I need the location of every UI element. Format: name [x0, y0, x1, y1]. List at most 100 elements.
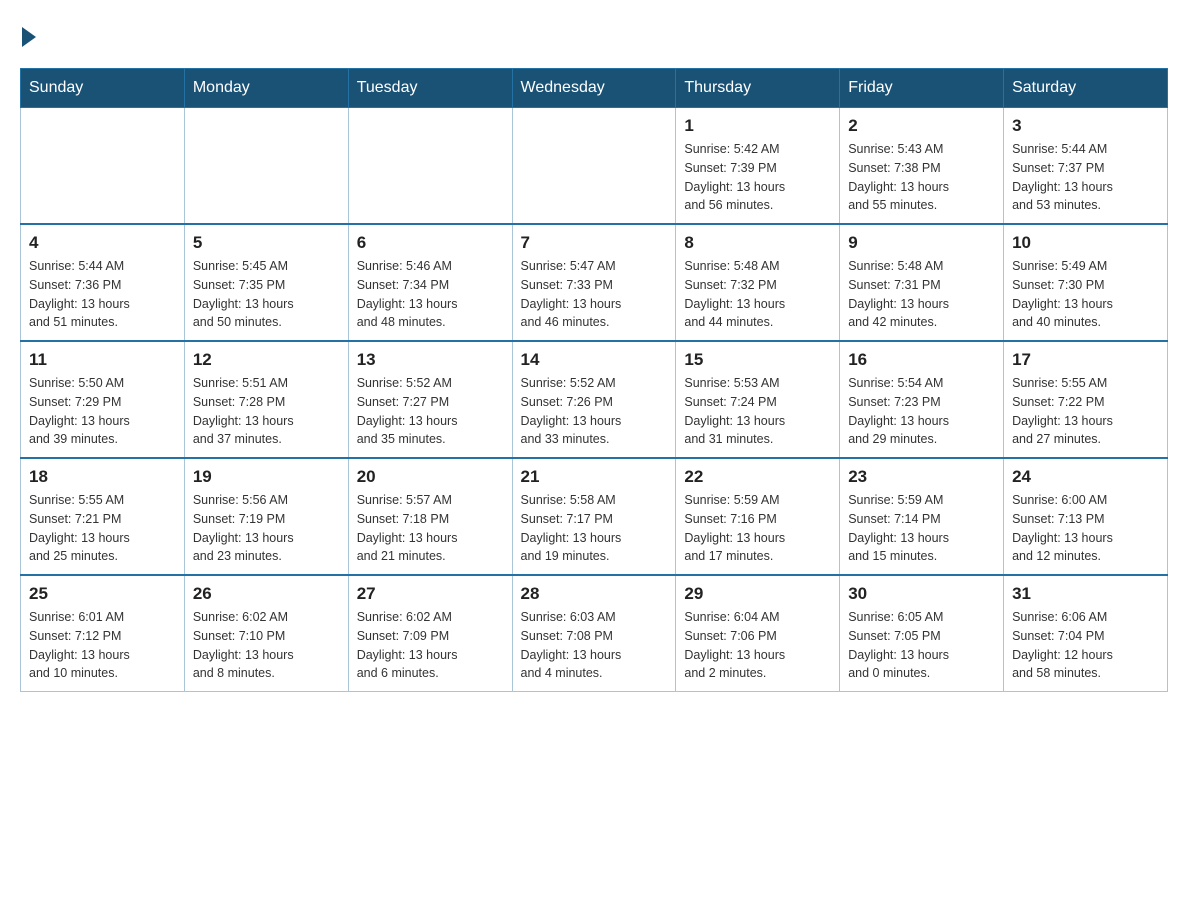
day-number: 2 — [848, 116, 995, 136]
day-number: 27 — [357, 584, 504, 604]
calendar-cell: 19 Sunrise: 5:56 AM Sunset: 7:19 PM Dayli… — [184, 458, 348, 575]
day-info: Sunrise: 5:52 AM Sunset: 7:26 PM Dayligh… — [521, 374, 668, 449]
calendar-header-sunday: Sunday — [21, 69, 185, 108]
day-info: Sunrise: 5:58 AM Sunset: 7:17 PM Dayligh… — [521, 491, 668, 566]
day-info: Sunrise: 6:01 AM Sunset: 7:12 PM Dayligh… — [29, 608, 176, 683]
logo — [20, 20, 36, 48]
calendar-cell: 25 Sunrise: 6:01 AM Sunset: 7:12 PM Dayli… — [21, 575, 185, 692]
calendar-header-tuesday: Tuesday — [348, 69, 512, 108]
day-info: Sunrise: 5:53 AM Sunset: 7:24 PM Dayligh… — [684, 374, 831, 449]
calendar-header-saturday: Saturday — [1004, 69, 1168, 108]
day-number: 13 — [357, 350, 504, 370]
day-number: 1 — [684, 116, 831, 136]
calendar-cell: 1 Sunrise: 5:42 AM Sunset: 7:39 PM Daylig… — [676, 108, 840, 225]
day-number: 7 — [521, 233, 668, 253]
calendar-cell: 4 Sunrise: 5:44 AM Sunset: 7:36 PM Daylig… — [21, 224, 185, 341]
calendar-cell: 10 Sunrise: 5:49 AM Sunset: 7:30 PM Dayli… — [1004, 224, 1168, 341]
day-number: 9 — [848, 233, 995, 253]
day-info: Sunrise: 5:52 AM Sunset: 7:27 PM Dayligh… — [357, 374, 504, 449]
day-info: Sunrise: 6:06 AM Sunset: 7:04 PM Dayligh… — [1012, 608, 1159, 683]
day-number: 17 — [1012, 350, 1159, 370]
calendar-cell: 12 Sunrise: 5:51 AM Sunset: 7:28 PM Dayli… — [184, 341, 348, 458]
calendar-cell: 2 Sunrise: 5:43 AM Sunset: 7:38 PM Daylig… — [840, 108, 1004, 225]
calendar-header-friday: Friday — [840, 69, 1004, 108]
day-info: Sunrise: 6:04 AM Sunset: 7:06 PM Dayligh… — [684, 608, 831, 683]
calendar-week-row: 18 Sunrise: 5:55 AM Sunset: 7:21 PM Dayli… — [21, 458, 1168, 575]
calendar-cell — [348, 108, 512, 225]
calendar-cell — [21, 108, 185, 225]
day-number: 26 — [193, 584, 340, 604]
calendar-cell: 22Sunrise: 5:59 AM Sunset: 7:16 PM Dayli… — [676, 458, 840, 575]
day-info: Sunrise: 5:57 AM Sunset: 7:18 PM Dayligh… — [357, 491, 504, 566]
calendar-cell: 23Sunrise: 5:59 AM Sunset: 7:14 PM Dayli… — [840, 458, 1004, 575]
day-info: Sunrise: 6:02 AM Sunset: 7:10 PM Dayligh… — [193, 608, 340, 683]
day-info: Sunrise: 5:44 AM Sunset: 7:36 PM Dayligh… — [29, 257, 176, 332]
day-number: 31 — [1012, 584, 1159, 604]
calendar-header-thursday: Thursday — [676, 69, 840, 108]
day-number: 8 — [684, 233, 831, 253]
calendar-cell: 27 Sunrise: 6:02 AM Sunset: 7:09 PM Dayli… — [348, 575, 512, 692]
day-info: Sunrise: 6:02 AM Sunset: 7:09 PM Dayligh… — [357, 608, 504, 683]
calendar-cell: 11Sunrise: 5:50 AM Sunset: 7:29 PM Dayli… — [21, 341, 185, 458]
day-number: 4 — [29, 233, 176, 253]
day-info: Sunrise: 5:48 AM Sunset: 7:31 PM Dayligh… — [848, 257, 995, 332]
calendar-cell — [184, 108, 348, 225]
day-info: Sunrise: 6:05 AM Sunset: 7:05 PM Dayligh… — [848, 608, 995, 683]
day-number: 3 — [1012, 116, 1159, 136]
calendar-cell: 21Sunrise: 5:58 AM Sunset: 7:17 PM Dayli… — [512, 458, 676, 575]
day-number: 30 — [848, 584, 995, 604]
calendar-cell: 17Sunrise: 5:55 AM Sunset: 7:22 PM Dayli… — [1004, 341, 1168, 458]
day-number: 29 — [684, 584, 831, 604]
day-info: Sunrise: 5:44 AM Sunset: 7:37 PM Dayligh… — [1012, 140, 1159, 215]
day-info: Sunrise: 5:48 AM Sunset: 7:32 PM Dayligh… — [684, 257, 831, 332]
day-info: Sunrise: 5:51 AM Sunset: 7:28 PM Dayligh… — [193, 374, 340, 449]
calendar-week-row: 25 Sunrise: 6:01 AM Sunset: 7:12 PM Dayli… — [21, 575, 1168, 692]
day-number: 28 — [521, 584, 668, 604]
day-info: Sunrise: 5:59 AM Sunset: 7:16 PM Dayligh… — [684, 491, 831, 566]
calendar-cell: 5 Sunrise: 5:45 AM Sunset: 7:35 PM Daylig… — [184, 224, 348, 341]
day-info: Sunrise: 5:43 AM Sunset: 7:38 PM Dayligh… — [848, 140, 995, 215]
day-number: 18 — [29, 467, 176, 487]
day-number: 12 — [193, 350, 340, 370]
calendar-header-wednesday: Wednesday — [512, 69, 676, 108]
day-info: Sunrise: 5:46 AM Sunset: 7:34 PM Dayligh… — [357, 257, 504, 332]
page-header — [20, 20, 1168, 48]
calendar-cell: 8 Sunrise: 5:48 AM Sunset: 7:32 PM Daylig… — [676, 224, 840, 341]
day-number: 15 — [684, 350, 831, 370]
calendar-cell: 7 Sunrise: 5:47 AM Sunset: 7:33 PM Daylig… — [512, 224, 676, 341]
day-number: 5 — [193, 233, 340, 253]
calendar-cell: 9 Sunrise: 5:48 AM Sunset: 7:31 PM Daylig… — [840, 224, 1004, 341]
calendar-cell: 6Sunrise: 5:46 AM Sunset: 7:34 PM Daylig… — [348, 224, 512, 341]
calendar-header-row: SundayMondayTuesdayWednesdayThursdayFrid… — [21, 69, 1168, 108]
calendar-cell: 31 Sunrise: 6:06 AM Sunset: 7:04 PM Dayli… — [1004, 575, 1168, 692]
day-number: 19 — [193, 467, 340, 487]
calendar-cell — [512, 108, 676, 225]
day-number: 10 — [1012, 233, 1159, 253]
calendar-cell: 15 Sunrise: 5:53 AM Sunset: 7:24 PM Dayli… — [676, 341, 840, 458]
day-info: Sunrise: 5:47 AM Sunset: 7:33 PM Dayligh… — [521, 257, 668, 332]
calendar-cell: 28 Sunrise: 6:03 AM Sunset: 7:08 PM Dayli… — [512, 575, 676, 692]
calendar-week-row: 4 Sunrise: 5:44 AM Sunset: 7:36 PM Daylig… — [21, 224, 1168, 341]
day-info: Sunrise: 5:49 AM Sunset: 7:30 PM Dayligh… — [1012, 257, 1159, 332]
calendar-table: SundayMondayTuesdayWednesdayThursdayFrid… — [20, 68, 1168, 692]
day-info: Sunrise: 6:00 AM Sunset: 7:13 PM Dayligh… — [1012, 491, 1159, 566]
day-info: Sunrise: 5:50 AM Sunset: 7:29 PM Dayligh… — [29, 374, 176, 449]
calendar-cell: 3 Sunrise: 5:44 AM Sunset: 7:37 PM Daylig… — [1004, 108, 1168, 225]
calendar-week-row: 1 Sunrise: 5:42 AM Sunset: 7:39 PM Daylig… — [21, 108, 1168, 225]
day-info: Sunrise: 5:55 AM Sunset: 7:21 PM Dayligh… — [29, 491, 176, 566]
calendar-week-row: 11Sunrise: 5:50 AM Sunset: 7:29 PM Dayli… — [21, 341, 1168, 458]
day-info: Sunrise: 5:56 AM Sunset: 7:19 PM Dayligh… — [193, 491, 340, 566]
day-info: Sunrise: 5:45 AM Sunset: 7:35 PM Dayligh… — [193, 257, 340, 332]
day-info: Sunrise: 5:42 AM Sunset: 7:39 PM Dayligh… — [684, 140, 831, 215]
calendar-cell: 14 Sunrise: 5:52 AM Sunset: 7:26 PM Dayli… — [512, 341, 676, 458]
day-number: 14 — [521, 350, 668, 370]
calendar-cell: 20 Sunrise: 5:57 AM Sunset: 7:18 PM Dayli… — [348, 458, 512, 575]
calendar-cell: 26 Sunrise: 6:02 AM Sunset: 7:10 PM Dayli… — [184, 575, 348, 692]
day-number: 20 — [357, 467, 504, 487]
day-info: Sunrise: 6:03 AM Sunset: 7:08 PM Dayligh… — [521, 608, 668, 683]
day-number: 23 — [848, 467, 995, 487]
calendar-cell: 30 Sunrise: 6:05 AM Sunset: 7:05 PM Dayli… — [840, 575, 1004, 692]
day-number: 16 — [848, 350, 995, 370]
calendar-header-monday: Monday — [184, 69, 348, 108]
day-number: 25 — [29, 584, 176, 604]
